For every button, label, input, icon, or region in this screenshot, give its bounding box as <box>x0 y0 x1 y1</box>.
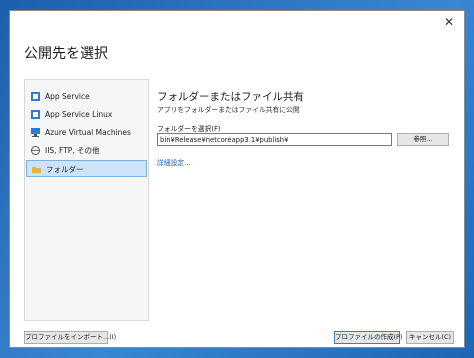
publish-dialog: ✕ 公開先を選択 App Service App Service Linux A… <box>9 10 465 348</box>
globe-icon <box>31 146 40 155</box>
target-sidebar: App Service App Service Linux Azure Virt… <box>24 79 149 321</box>
virtual-machine-icon <box>31 128 40 137</box>
sidebar-item-app-service[interactable]: App Service <box>26 88 147 105</box>
target-details: フォルダーまたはファイル共有 アプリをフォルダーまたはファイル共有に公開 フォル… <box>148 79 449 321</box>
import-profile-button[interactable]: プロファイルをインポート...(I) <box>24 331 116 344</box>
create-profile-button[interactable]: プロファイルの作成(P) <box>334 331 403 344</box>
sidebar-item-app-service-linux[interactable]: App Service Linux <box>26 106 147 123</box>
sidebar-item-label: App Service Linux <box>45 110 113 119</box>
app-service-linux-icon <box>31 110 40 119</box>
folder-icon <box>32 167 41 173</box>
folder-path-input[interactable] <box>157 133 392 146</box>
section-heading: フォルダーまたはファイル共有 <box>157 91 304 103</box>
sidebar-item-label: フォルダー <box>46 165 84 174</box>
sidebar-item-label: App Service <box>45 92 90 101</box>
sidebar-item-label: IIS, FTP, その他 <box>45 146 100 155</box>
section-subheading: アプリをフォルダーまたはファイル共有に公開 <box>157 106 300 114</box>
app-service-icon <box>31 92 40 101</box>
folder-field-label: フォルダーを選択(F) <box>157 125 221 133</box>
sidebar-item-iis-ftp[interactable]: IIS, FTP, その他 <box>26 142 147 159</box>
browse-button[interactable]: 参照... <box>397 133 449 146</box>
sidebar-item-folder[interactable]: フォルダー <box>26 160 147 177</box>
advanced-settings-link[interactable]: 詳細設定... <box>157 157 191 167</box>
close-icon[interactable]: ✕ <box>442 15 456 29</box>
divider <box>148 79 149 321</box>
cancel-button[interactable]: キャンセル(C) <box>406 331 454 344</box>
sidebar-item-azure-vm[interactable]: Azure Virtual Machines <box>26 124 147 141</box>
sidebar-item-label: Azure Virtual Machines <box>45 128 131 137</box>
dialog-title: 公開先を選択 <box>24 46 108 62</box>
